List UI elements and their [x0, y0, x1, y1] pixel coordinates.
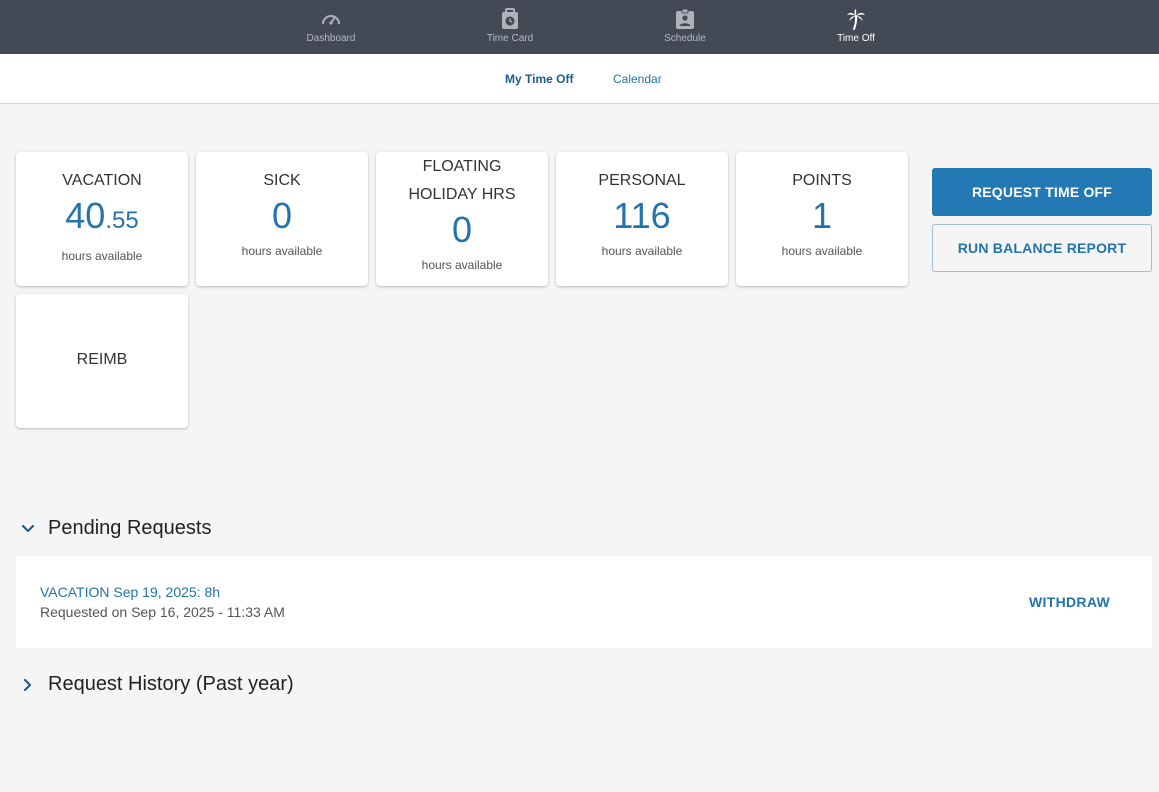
- balance-card-sick: SICK 0 hours available: [196, 152, 368, 286]
- request-history-header[interactable]: Request History (Past year): [18, 673, 294, 696]
- nav-label: Time Off: [837, 33, 875, 44]
- speedometer-icon: [320, 8, 342, 30]
- balance-card-personal: PERSONAL 116 hours available: [556, 152, 728, 286]
- pending-request-row: VACATION Sep 19, 2025: 8h Requested on S…: [16, 556, 1152, 648]
- card-value: 0: [271, 195, 293, 236]
- tab-calendar[interactable]: Calendar: [613, 72, 662, 86]
- balance-card-vacation: VACATION 40.55 hours available: [16, 152, 188, 286]
- run-balance-report-button[interactable]: RUN BALANCE REPORT: [932, 224, 1152, 272]
- card-title-line-2: HOLIDAY HRS: [408, 186, 516, 203]
- top-navigation: Dashboard Time Card Schedule Time Off: [0, 0, 1159, 54]
- balance-card-reimb: REIMB: [16, 294, 188, 428]
- chevron-down-icon: [18, 519, 38, 539]
- card-value: 1: [811, 195, 833, 236]
- card-subtitle: hours available: [421, 258, 503, 272]
- request-meta: Requested on Sep 16, 2025 - 11:33 AM: [40, 604, 285, 620]
- card-title: SICK: [263, 172, 301, 189]
- nav-label: Schedule: [664, 33, 706, 44]
- card-subtitle: hours available: [781, 244, 863, 258]
- schedule-badge-icon: [674, 8, 696, 30]
- nav-item-time-card[interactable]: Time Card: [450, 0, 570, 54]
- nav-item-time-off[interactable]: Time Off: [796, 0, 916, 54]
- sub-navigation: My Time Off Calendar: [0, 54, 1159, 104]
- time-card-icon: [499, 8, 521, 30]
- balance-card-points: POINTS 1 hours available: [736, 152, 908, 286]
- section-title: Request History (Past year): [48, 673, 294, 695]
- nav-item-schedule[interactable]: Schedule: [625, 0, 745, 54]
- card-subtitle: hours available: [601, 244, 683, 258]
- nav-label: Dashboard: [306, 33, 356, 44]
- card-value: 0: [451, 209, 473, 250]
- withdraw-button[interactable]: WITHDRAW: [1029, 594, 1110, 610]
- card-title: PERSONAL: [598, 172, 686, 189]
- pending-requests-header[interactable]: Pending Requests: [18, 517, 211, 540]
- request-time-off-button[interactable]: REQUEST TIME OFF: [932, 168, 1152, 216]
- card-subtitle: hours available: [241, 244, 323, 258]
- card-title: POINTS: [792, 172, 852, 189]
- card-title: REIMB: [76, 351, 128, 368]
- palm-tree-icon: [845, 8, 867, 30]
- request-title[interactable]: VACATION Sep 19, 2025: 8h: [40, 584, 220, 600]
- card-value: 116: [613, 195, 671, 236]
- card-title: VACATION: [62, 172, 142, 189]
- card-value: 40.55: [65, 195, 139, 236]
- section-title: Pending Requests: [48, 517, 212, 539]
- card-title: FLOATING: [422, 158, 502, 175]
- nav-label: Time Card: [486, 33, 534, 44]
- chevron-right-icon: [18, 675, 38, 695]
- nav-item-dashboard[interactable]: Dashboard: [271, 0, 391, 54]
- balance-card-floating-holiday: FLOATING HOLIDAY HRS 0 hours available: [376, 152, 548, 286]
- card-subtitle: hours available: [61, 249, 143, 263]
- tab-my-time-off[interactable]: My Time Off: [505, 72, 573, 86]
